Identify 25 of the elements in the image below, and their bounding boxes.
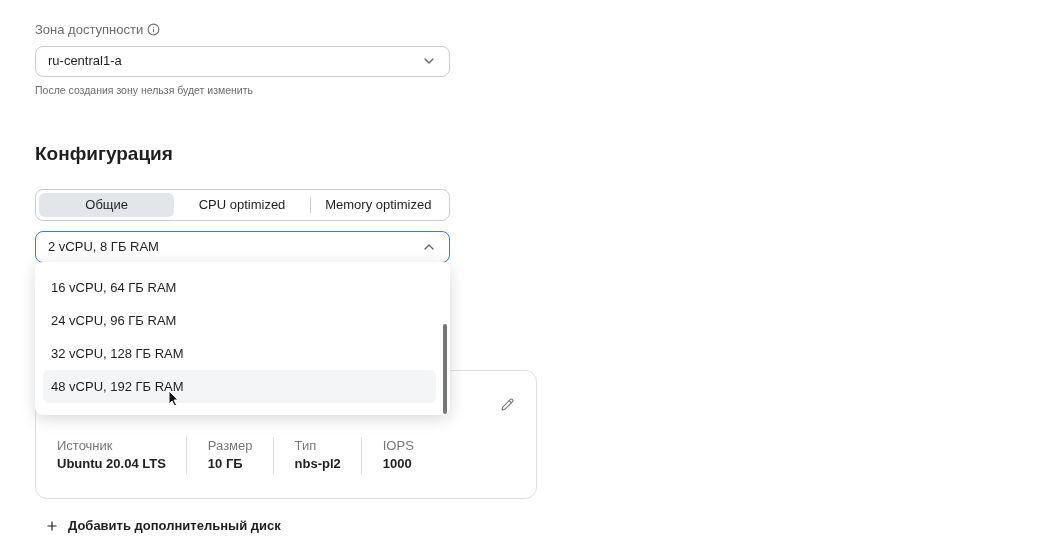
plus-icon bbox=[45, 518, 59, 533]
scrollbar[interactable] bbox=[443, 324, 447, 414]
stat-value: 1000 bbox=[382, 454, 413, 473]
info-icon[interactable] bbox=[147, 23, 161, 37]
tab[interactable]: CPU optimized bbox=[174, 192, 310, 217]
hint-text: После создания зону нельзя будет изменить bbox=[35, 82, 254, 98]
dropdown-option[interactable]: 16 vCPU, 64 ГБ RAM bbox=[43, 271, 436, 304]
tab[interactable]: Memory optimized bbox=[310, 192, 446, 217]
stat-value: nbs-pl2 bbox=[294, 454, 341, 473]
stat-value: 10 ГБ bbox=[207, 454, 244, 473]
stat-label: Источник bbox=[57, 436, 114, 454]
cursor-icon bbox=[168, 390, 179, 407]
zone-select[interactable]: ru-central1-a bbox=[35, 45, 450, 77]
tab[interactable]: Общие bbox=[39, 192, 175, 217]
dropdown-option[interactable]: 24 vCPU, 96 ГБ RAM bbox=[43, 304, 436, 337]
dropdown-option[interactable]: 48 vCPU, 192 ГБ RAM bbox=[43, 370, 436, 403]
add-disk-button[interactable]: Добавить дополнительный диск bbox=[45, 515, 281, 536]
stat-label: Тип bbox=[294, 436, 318, 454]
section-title: Конфигурация bbox=[35, 142, 174, 167]
dropdown-option[interactable]: 32 vCPU, 128 ГБ RAM bbox=[43, 337, 436, 370]
edit-icon[interactable] bbox=[501, 397, 514, 411]
stat-label: IOPS bbox=[382, 436, 414, 454]
field-label: Зона доступности bbox=[35, 21, 144, 39]
stat-value: Ubuntu 20.04 LTS bbox=[57, 454, 166, 473]
stat-label: Размер bbox=[207, 436, 253, 454]
